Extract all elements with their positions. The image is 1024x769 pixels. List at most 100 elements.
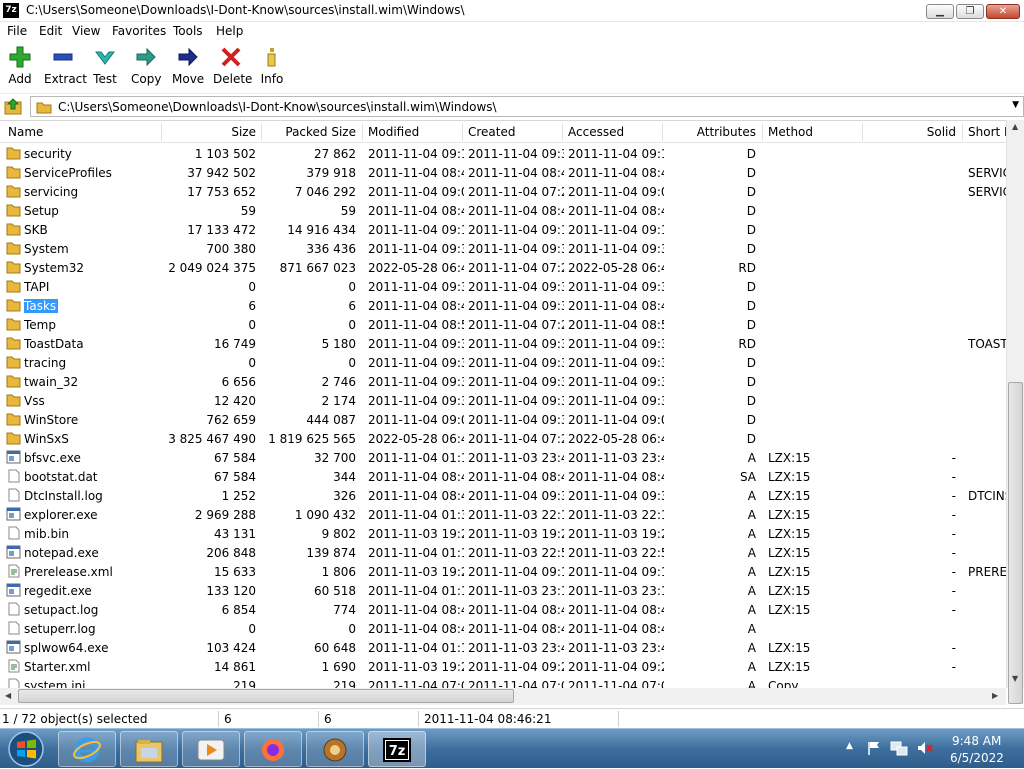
start-button-icon[interactable] xyxy=(4,730,48,768)
folder-icon xyxy=(6,413,21,426)
table-row[interactable]: mib.bin 43 131 9 802 2011-11-03 19:27 2011-1… xyxy=(0,524,1006,543)
clock-date[interactable]: 6/5/2022 xyxy=(950,751,1004,765)
table-row[interactable]: ToastData 16 749 5 180 2011-11-04 09:34 2011… xyxy=(0,334,1006,353)
file-list[interactable]: Name Size Packed Size Modified Created A… xyxy=(0,120,1006,688)
vertical-scrollbar[interactable]: ▲ ▼ xyxy=(1006,120,1024,704)
cell-attr: A xyxy=(747,622,756,636)
table-row[interactable]: bfsvc.exe 67 584 32 700 2011-11-04 01:14 201… xyxy=(0,448,1006,467)
column-size[interactable]: Size xyxy=(160,125,256,139)
table-row[interactable]: servicing 17 753 652 7 046 292 2011-11-04 0… xyxy=(0,182,1006,201)
address-dropdown-arrow[interactable]: ▼ xyxy=(1012,100,1019,110)
horizontal-scrollbar[interactable]: ◀ ▶ xyxy=(0,688,1006,705)
cell-accessed: 2011-11-03 23:14 xyxy=(568,584,664,598)
vertical-scroll-thumb[interactable] xyxy=(1008,382,1023,704)
cell-created: 2011-11-04 09:33 xyxy=(468,299,564,313)
table-row[interactable]: bootstat.dat 67 584 344 2011-11-04 08:49 201… xyxy=(0,467,1006,486)
table-row[interactable]: tracing 0 0 2011-11-04 09:33 2011-11-04 09:3… xyxy=(0,353,1006,372)
delete-button[interactable]: Delete xyxy=(213,46,252,86)
test-button[interactable]: Test xyxy=(91,46,119,86)
table-row[interactable]: Tasks 6 6 2011-11-04 08:46 2011-11-04 09:33 2… xyxy=(0,296,1006,315)
cell-name: Vss xyxy=(24,394,45,408)
menu-tools[interactable]: Tools xyxy=(173,24,203,38)
cell-accessed: 2011-11-04 09:33 xyxy=(568,242,664,256)
cell-accessed: 2011-11-04 09:33 xyxy=(568,356,664,370)
table-row[interactable]: ServiceProfiles 37 942 502 379 918 2011-11-… xyxy=(0,163,1006,182)
cell-created: 2011-11-03 23:41 xyxy=(468,641,564,655)
cell-attr: D xyxy=(746,242,756,256)
column-modified[interactable]: Modified xyxy=(368,125,419,139)
folder-icon xyxy=(6,204,21,217)
volume-muted-icon[interactable] xyxy=(916,740,934,756)
table-row[interactable]: Setup 59 59 2011-11-04 08:41 2011-11-04 08:4… xyxy=(0,201,1006,220)
table-row[interactable]: setupact.log 6 854 774 2011-11-04 08:44 2011… xyxy=(0,600,1006,619)
column-solid[interactable]: Solid xyxy=(862,125,956,139)
xml-file-icon xyxy=(8,659,20,673)
table-row[interactable]: WinStore 762 659 444 087 2011-11-04 09:08 20… xyxy=(0,410,1006,429)
taskbar-internet-explorer[interactable] xyxy=(58,731,116,767)
close-button[interactable]: ✕ xyxy=(986,4,1020,19)
menu-view[interactable]: View xyxy=(72,24,100,38)
taskbar-7zip[interactable]: 7z xyxy=(368,731,426,767)
table-row[interactable]: SKB 17 133 472 14 916 434 2011-11-04 09:12 2… xyxy=(0,220,1006,239)
table-row[interactable]: System32 2 049 024 375 871 667 023 2022-05-… xyxy=(0,258,1006,277)
extract-button[interactable]: Extract xyxy=(44,46,87,86)
cell-name: setuperr.log xyxy=(24,622,96,636)
table-row[interactable]: regedit.exe 133 120 60 518 2011-11-04 01:15… xyxy=(0,581,1006,600)
column-method[interactable]: Method xyxy=(768,125,813,139)
table-row[interactable]: twain_32 6 656 2 746 2011-11-04 09:33 2011-1… xyxy=(0,372,1006,391)
table-row[interactable]: explorer.exe 2 969 288 1 090 432 2011-11-04… xyxy=(0,505,1006,524)
table-row[interactable]: Temp 0 0 2011-11-04 08:53 2011-11-04 07:22 20… xyxy=(0,315,1006,334)
minimize-button[interactable]: ▁ xyxy=(926,4,954,19)
folder-up-icon[interactable] xyxy=(4,97,22,115)
info-button[interactable]: Info xyxy=(259,46,285,86)
cell-size: 15 633 xyxy=(214,565,256,579)
add-button[interactable]: Add xyxy=(6,46,34,86)
title-bar[interactable]: 7z C:\Users\Someone\Downloads\I-Dont-Kno… xyxy=(0,0,1024,22)
cell-attr: D xyxy=(746,280,756,294)
cell-name: bootstat.dat xyxy=(24,470,98,484)
menu-file[interactable]: File xyxy=(7,24,27,38)
column-created[interactable]: Created xyxy=(468,125,516,139)
cell-created: 2011-11-04 08:44 xyxy=(468,470,564,484)
horizontal-scroll-thumb[interactable] xyxy=(18,689,514,703)
cell-accessed: 2011-11-04 09:33 xyxy=(568,280,664,294)
taskbar-firefox[interactable] xyxy=(244,731,302,767)
copy-button[interactable]: Copy xyxy=(131,46,161,86)
folder-icon xyxy=(6,375,21,388)
column-short-name[interactable]: Short N xyxy=(968,125,1006,139)
network-icon[interactable] xyxy=(890,740,908,756)
cell-method: LZX:15 xyxy=(768,470,811,484)
table-row[interactable]: security 1 103 502 27 862 2011-11-04 09:12 2… xyxy=(0,144,1006,163)
column-accessed[interactable]: Accessed xyxy=(568,125,624,139)
folder-icon xyxy=(6,261,21,274)
table-row[interactable]: System 700 380 336 436 2011-11-04 09:33 2011… xyxy=(0,239,1006,258)
taskbar-media-player[interactable] xyxy=(182,731,240,767)
cell-created: 2011-11-04 07:22 xyxy=(468,432,564,446)
menu-edit[interactable]: Edit xyxy=(39,24,62,38)
table-row[interactable]: WinSxS 3 825 467 490 1 819 625 565 2022-05-… xyxy=(0,429,1006,448)
menu-help[interactable]: Help xyxy=(216,24,243,38)
table-row[interactable]: TAPI 0 0 2011-11-04 09:33 2011-11-04 09:33 20… xyxy=(0,277,1006,296)
table-row[interactable]: Starter.xml 14 861 1 690 2011-11-03 19:29 20… xyxy=(0,657,1006,676)
table-row[interactable]: Vss 12 420 2 174 2011-11-04 09:33 2011-11-04… xyxy=(0,391,1006,410)
column-attributes[interactable]: Attributes xyxy=(664,125,756,139)
table-row[interactable]: notepad.exe 206 848 139 874 2011-11-04 01:1… xyxy=(0,543,1006,562)
table-row[interactable]: system.ini 219 219 2011-11-04 07:06 2011-11-… xyxy=(0,676,1006,688)
taskbar-explorer[interactable] xyxy=(120,731,178,767)
column-name[interactable]: Name xyxy=(8,125,43,139)
taskbar-app[interactable] xyxy=(306,731,364,767)
menu-favorites[interactable]: Favorites xyxy=(112,24,166,38)
table-row[interactable]: setuperr.log 0 0 2011-11-04 08:44 2011-11-04… xyxy=(0,619,1006,638)
maximize-button[interactable]: ❐ xyxy=(956,4,984,19)
table-row[interactable]: splwow64.exe 103 424 60 648 2011-11-04 01:1… xyxy=(0,638,1006,657)
move-button[interactable]: Move xyxy=(172,46,204,86)
table-row[interactable]: DtcInstall.log 1 252 326 2011-11-04 08:48 20… xyxy=(0,486,1006,505)
cell-name: regedit.exe xyxy=(24,584,92,598)
show-hidden-icons-icon[interactable]: ▲ xyxy=(846,741,853,751)
cell-modified: 2011-11-04 09:33 xyxy=(368,375,464,389)
clock-time[interactable]: 9:48 AM xyxy=(952,734,1001,748)
table-row[interactable]: Prerelease.xml 15 633 1 806 2011-11-03 19: 2… xyxy=(0,562,1006,581)
address-input[interactable]: C:\Users\Someone\Downloads\I-Dont-Know\s… xyxy=(30,96,1024,117)
action-center-flag-icon[interactable] xyxy=(866,740,882,756)
column-packed-size[interactable]: Packed Size xyxy=(260,125,356,139)
